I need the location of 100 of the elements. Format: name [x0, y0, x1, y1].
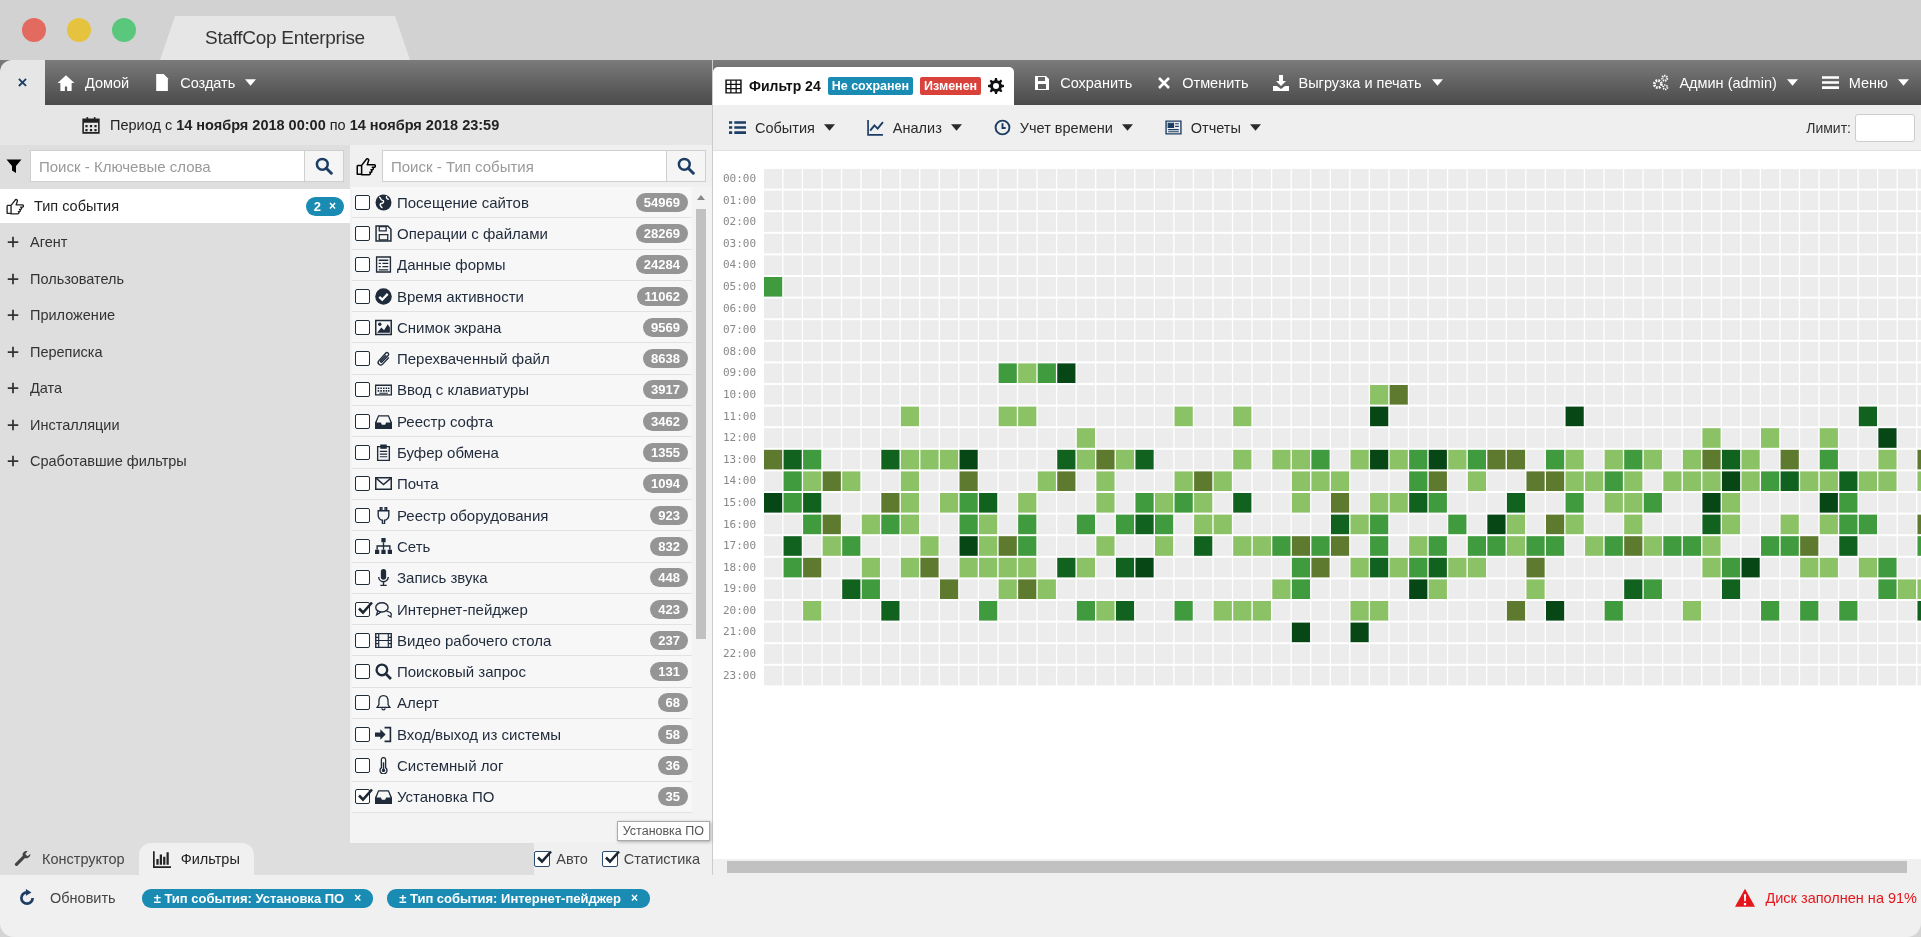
event-type-item[interactable]: Операции с файлами 28269 [352, 218, 692, 250]
checkbox[interactable] [355, 664, 370, 680]
event-type-item[interactable]: Ввод с клавиатуры 3917 [352, 374, 692, 407]
newspaper-icon [1164, 119, 1182, 136]
close-icon [1156, 74, 1173, 91]
count-badge: 36 [657, 756, 688, 775]
count-badge: 28269 [635, 223, 688, 243]
event-type-item[interactable]: Буфер обмена 1355 [352, 437, 692, 469]
category-item[interactable]: Пользователь [0, 260, 350, 297]
option-checkbox[interactable]: Авто [534, 851, 588, 867]
toolbar-button[interactable]: Учет времени [977, 105, 1149, 150]
checkbox[interactable] [355, 445, 370, 460]
checkbox[interactable] [355, 758, 370, 773]
limit-field[interactable] [1855, 113, 1915, 142]
hour-label: 03:00 [723, 235, 757, 252]
event-type-item[interactable]: Интернет-пейджер 423 [352, 593, 692, 626]
checkbox[interactable] [355, 632, 370, 648]
chat-icon [375, 600, 392, 618]
event-type-item[interactable]: Снимок экрана 9569 [352, 312, 692, 344]
checkbox[interactable] [355, 726, 370, 742]
refresh-button[interactable]: Обновить [18, 889, 116, 907]
checkbox[interactable] [534, 851, 551, 867]
checkbox[interactable] [355, 601, 370, 617]
checkbox[interactable] [355, 257, 370, 273]
event-type-item[interactable]: Почта 1094 [352, 468, 692, 500]
event-type-item[interactable]: Поисковый запрос 131 [352, 656, 692, 688]
event-type-item[interactable]: Запись звука 448 [352, 562, 692, 594]
scrollbar[interactable] [713, 859, 1921, 875]
checkbox[interactable] [355, 695, 370, 711]
count-text: 2 [313, 198, 321, 214]
category-item[interactable]: Сработавшие фильтры [0, 443, 350, 480]
remove-button[interactable]: × [329, 199, 336, 213]
search-button[interactable] [666, 150, 706, 182]
remove-button[interactable]: × [630, 891, 638, 905]
event-type-item[interactable]: Алерт 68 [352, 687, 692, 720]
checkbox[interactable] [355, 288, 370, 304]
search-icon [677, 157, 695, 175]
event-type-item[interactable]: Время активности 11062 [352, 280, 692, 313]
option-checkbox[interactable]: Статистика [601, 851, 700, 867]
checkbox[interactable] [355, 538, 370, 554]
toolbar-button[interactable]: Выгрузка и печать [1260, 60, 1455, 105]
toolbar-button[interactable]: Сохранить [1022, 60, 1145, 105]
gears-icon [1652, 74, 1670, 91]
toolbar-button[interactable]: Анализ [850, 105, 978, 150]
toolbar-button[interactable]: Отчеты [1148, 105, 1277, 150]
event-type-item[interactable]: Перехваченный файл 8638 [352, 343, 692, 375]
checkbox[interactable] [355, 351, 370, 367]
event-type-item[interactable]: Посещение сайтов 54969 [352, 187, 692, 219]
event-type-item[interactable]: Видео рабочего стола 237 [352, 625, 692, 657]
event-type-item[interactable]: Данные формы 24284 [352, 249, 692, 281]
document-icon [153, 74, 171, 91]
search-field[interactable]: Поиск - Ключевые слова [30, 150, 304, 182]
count-badge: 131 [650, 662, 688, 682]
plus-icon [6, 454, 20, 469]
event-type-item[interactable]: Вход/выход из системы 58 [352, 719, 692, 751]
checkbox[interactable] [355, 194, 370, 210]
caret-icon [1786, 79, 1798, 86]
checkbox[interactable] [601, 851, 618, 867]
category-item[interactable]: Тип события 2 × [0, 189, 350, 223]
hour-label: 09:00 [723, 365, 757, 382]
menu-button[interactable]: Меню [1809, 60, 1921, 105]
event-type-item[interactable]: Системный лог 36 [352, 750, 692, 782]
toolbar-button[interactable]: Отменить [1144, 60, 1261, 105]
checkbox[interactable] [355, 507, 370, 523]
menu-button[interactable]: Админ (admin) [1640, 60, 1810, 105]
search-button[interactable] [304, 150, 344, 182]
nav-button[interactable]: Создать [141, 60, 269, 105]
event-type-label: Время активности [397, 287, 525, 305]
toolbar-button[interactable]: События [713, 105, 851, 150]
category-item[interactable]: Инсталляции [0, 406, 350, 443]
category-item[interactable]: Приложение [0, 297, 350, 334]
checkbox[interactable] [355, 382, 370, 398]
remove-button[interactable]: × [354, 891, 362, 905]
panel-tab[interactable]: Фильтры [138, 843, 254, 875]
category-item[interactable]: Переписка [0, 333, 350, 370]
event-type-item[interactable]: Установка ПО 35 [352, 781, 692, 813]
count-badge: 1094 [643, 474, 688, 494]
category-item[interactable]: Агент [0, 224, 350, 261]
checkbox[interactable] [355, 476, 370, 492]
checkbox[interactable] [355, 789, 370, 805]
filter-tab[interactable]: Фильтр 24 Не сохранен Изменен [713, 67, 1015, 105]
checkbox[interactable] [355, 570, 370, 586]
category-item[interactable]: Дата [0, 370, 350, 407]
event-type-item[interactable]: Реестр софта 3462 [352, 406, 692, 438]
checkbox[interactable] [355, 319, 370, 335]
event-type-item[interactable]: Реестр оборудования 923 [352, 499, 692, 532]
nav-button[interactable]: Домой [45, 60, 142, 105]
checkbox[interactable] [355, 225, 370, 241]
window-tab[interactable]: StaffCop Enterprise [160, 16, 410, 60]
tooltip: Установка ПО [616, 821, 710, 841]
event-type-item[interactable]: Сеть 832 [352, 531, 692, 563]
clock-icon [993, 119, 1011, 136]
hour-label: 11:00 [723, 408, 757, 425]
checkbox[interactable] [355, 413, 370, 429]
search-icon [315, 157, 333, 175]
search-field[interactable]: Поиск - Тип события [382, 150, 666, 182]
status-badge: Изменен [920, 77, 982, 95]
close-button[interactable]: × [0, 60, 45, 105]
hour-label: 06:00 [723, 300, 757, 317]
plus-icon [6, 417, 20, 432]
